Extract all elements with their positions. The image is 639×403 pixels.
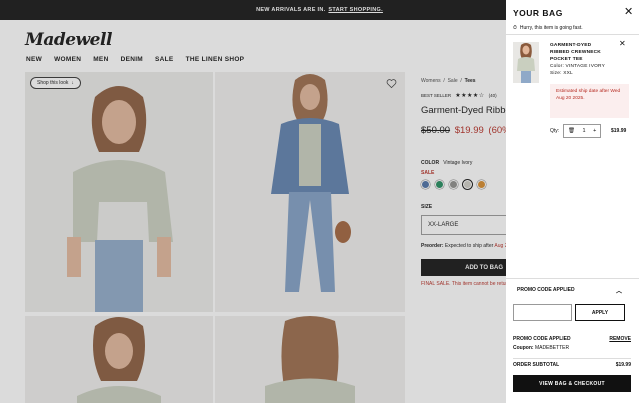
subtotal-label: ORDER SUBTOTAL	[513, 362, 560, 368]
hurry-notice: ⏱ Hurry, this item is going fast.	[513, 25, 583, 31]
subtotal-value: $19.99	[615, 362, 631, 368]
close-icon[interactable]: ✕	[624, 7, 633, 18]
bag-item-details: GARMENT-DYED RIBBED CREWNECK POCKET TEE …	[550, 42, 610, 77]
bag-drawer: YOUR BAG ✕ ⏱ Hurry, this item is going f…	[506, 0, 639, 403]
view-bag-checkout-button[interactable]: VIEW BAG & CHECKOUT	[513, 375, 631, 392]
promo-applied-label: PROMO CODE APPLIED	[513, 336, 571, 342]
quantity-value: 1	[582, 128, 586, 134]
promo-code-toggle[interactable]: PROMO CODE APPLIED ︿	[506, 278, 639, 300]
hurry-text: Hurry, this item is going fast.	[519, 25, 583, 31]
order-subtotal-row: ORDER SUBTOTAL $19.99	[513, 358, 631, 368]
remove-item-icon[interactable]: ✕	[619, 39, 626, 48]
page-overlay[interactable]	[0, 0, 506, 403]
bag-item-size: Size: XXL	[550, 71, 573, 76]
qty-label: Qty:	[550, 128, 560, 134]
remove-promo-link[interactable]: REMOVE	[609, 336, 631, 342]
chevron-up-icon: ︿	[616, 289, 623, 295]
bag-item: GARMENT-DYED RIBBED CREWNECK POCKET TEE …	[506, 34, 639, 144]
promo-applied: PROMO CODE APPLIED REMOVE Coupon: MADEBE…	[513, 336, 631, 351]
promo-header-label: PROMO CODE APPLIED	[517, 286, 575, 293]
coupon-label: Coupon:	[513, 345, 534, 351]
promo-code-input[interactable]	[513, 304, 572, 321]
quantity-stepper: 🗑 1 +	[563, 124, 602, 138]
ship-date-note: Estimated ship date after Wed Aug 20 202…	[550, 84, 629, 118]
bag-item-thumbnail[interactable]	[513, 42, 539, 83]
apply-promo-button[interactable]: APPLY	[575, 304, 625, 321]
clock-icon: ⏱	[513, 25, 517, 31]
trash-icon[interactable]: 🗑	[568, 128, 575, 134]
bag-title: YOUR BAG	[513, 8, 563, 18]
thumbnail-image	[517, 43, 535, 83]
plus-icon[interactable]: +	[593, 128, 596, 134]
quantity-row: Qty: 🗑 1 +	[550, 124, 602, 138]
bag-item-name[interactable]: GARMENT-DYED RIBBED CREWNECK POCKET TEE	[550, 42, 610, 63]
bag-item-price: $19.99	[611, 128, 627, 134]
bag-item-color: Color: VINTAGE IVORY	[550, 64, 606, 69]
coupon-code: MADEBETTER	[534, 345, 570, 351]
